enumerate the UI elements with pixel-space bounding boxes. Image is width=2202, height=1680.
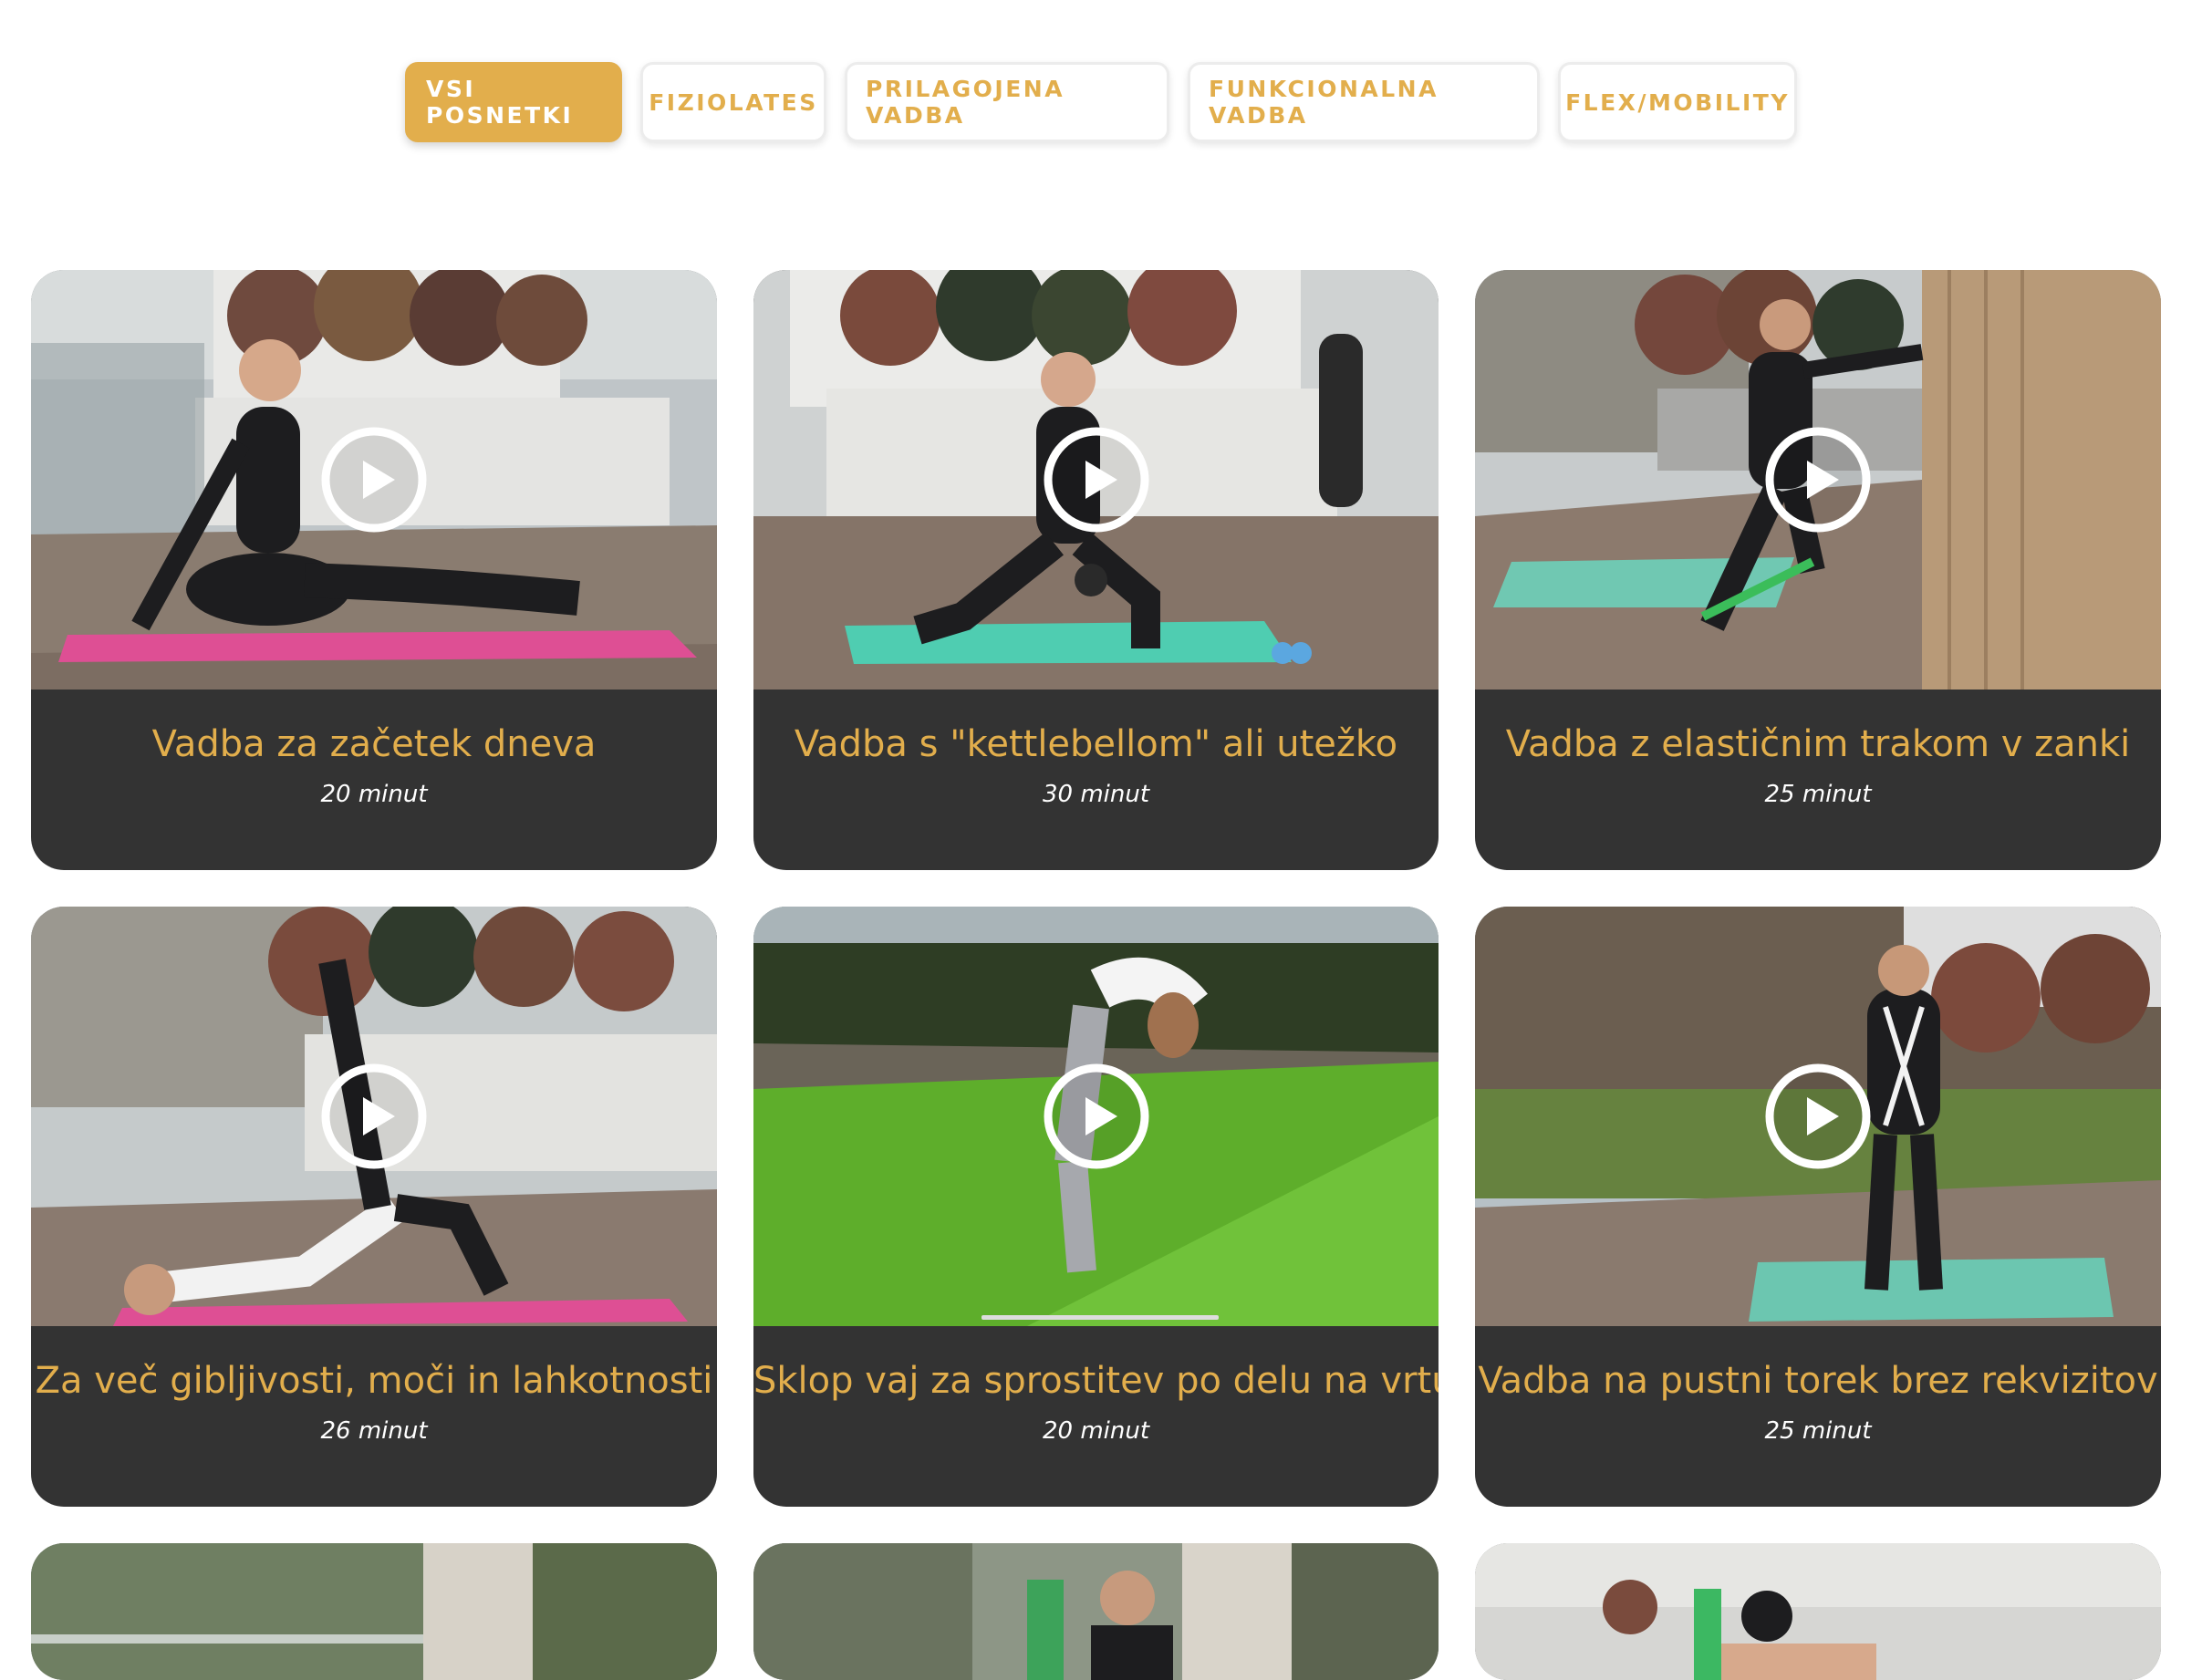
video-thumbnail[interactable] xyxy=(753,270,1439,690)
video-card[interactable] xyxy=(753,1543,1439,1680)
video-thumbnail[interactable] xyxy=(31,1543,717,1680)
filter-all-videos-button[interactable]: VSI POSNETKI xyxy=(405,62,622,142)
video-duration: 26 minut xyxy=(320,1417,428,1445)
play-icon[interactable] xyxy=(1764,426,1872,534)
filter-fiziolates-button[interactable]: FIZIOLATES xyxy=(640,62,826,142)
video-info: Vadba s "kettlebellom" ali utežko 30 min… xyxy=(753,690,1439,870)
video-card[interactable]: Za več gibljivosti, moči in lahkotnosti … xyxy=(31,907,717,1507)
video-duration: 25 minut xyxy=(1764,781,1872,808)
video-thumbnail[interactable] xyxy=(31,270,717,690)
category-filter-bar: VSI POSNETKI FIZIOLATES PRILAGOJENA VADB… xyxy=(0,62,2202,142)
video-title[interactable]: Za več gibljivosti, moči in lahkotnosti xyxy=(31,1357,717,1405)
video-info: Vadba na pustni torek brez rekvizitov 25… xyxy=(1475,1326,2161,1507)
play-icon[interactable] xyxy=(1043,426,1150,534)
video-thumbnail-image xyxy=(753,1543,1439,1680)
play-icon[interactable] xyxy=(1764,1063,1872,1170)
video-duration: 30 minut xyxy=(1042,781,1150,808)
video-duration: 20 minut xyxy=(1042,1417,1150,1445)
video-thumbnail-image xyxy=(31,1543,717,1680)
video-title[interactable]: Vadba za začetek dneva xyxy=(31,721,717,768)
video-card[interactable] xyxy=(1475,1543,2161,1680)
video-title[interactable]: Sklop vaj za sprostitev po delu na vrtu xyxy=(753,1357,1439,1405)
filter-prilagojena-vadba-button[interactable]: PRILAGOJENA VADBA xyxy=(845,62,1169,142)
video-title[interactable]: Vadba s "kettlebellom" ali utežko xyxy=(753,721,1439,768)
filter-funkcionalna-vadba-button[interactable]: FUNKCIONALNA VADBA xyxy=(1188,62,1540,142)
play-icon[interactable] xyxy=(1043,1063,1150,1170)
video-info: Vadba z elastičnim trakom v zanki 25 min… xyxy=(1475,690,2161,870)
video-title[interactable]: Vadba na pustni torek brez rekvizitov xyxy=(1475,1357,2161,1405)
video-thumbnail-image xyxy=(1475,1543,2161,1680)
play-icon[interactable] xyxy=(320,426,428,534)
video-title[interactable]: Vadba z elastičnim trakom v zanki xyxy=(1475,721,2161,768)
video-card[interactable] xyxy=(31,1543,717,1680)
video-thumbnail[interactable] xyxy=(1475,1543,2161,1680)
video-card[interactable]: Vadba za začetek dneva 20 minut xyxy=(31,270,717,870)
video-thumbnail[interactable] xyxy=(753,1543,1439,1680)
video-info: Za več gibljivosti, moči in lahkotnosti … xyxy=(31,1326,717,1507)
video-thumbnail[interactable] xyxy=(753,907,1439,1326)
video-duration: 20 minut xyxy=(320,781,428,808)
video-card[interactable]: Sklop vaj za sprostitev po delu na vrtu … xyxy=(753,907,1439,1507)
video-card[interactable]: Vadba na pustni torek brez rekvizitov 25… xyxy=(1475,907,2161,1507)
video-info: Vadba za začetek dneva 20 minut xyxy=(31,690,717,870)
video-thumbnail[interactable] xyxy=(31,907,717,1326)
video-card[interactable]: Vadba s "kettlebellom" ali utežko 30 min… xyxy=(753,270,1439,870)
filter-flex-mobility-button[interactable]: FLEX/MOBILITY xyxy=(1558,62,1797,142)
video-info: Sklop vaj za sprostitev po delu na vrtu … xyxy=(753,1326,1439,1507)
video-thumbnail[interactable] xyxy=(1475,907,2161,1326)
video-duration: 25 minut xyxy=(1764,1417,1872,1445)
video-thumbnail[interactable] xyxy=(1475,270,2161,690)
play-icon[interactable] xyxy=(320,1063,428,1170)
video-grid: Vadba za začetek dneva 20 minut Vadba s … xyxy=(31,270,2161,1680)
video-card[interactable]: Vadba z elastičnim trakom v zanki 25 min… xyxy=(1475,270,2161,870)
